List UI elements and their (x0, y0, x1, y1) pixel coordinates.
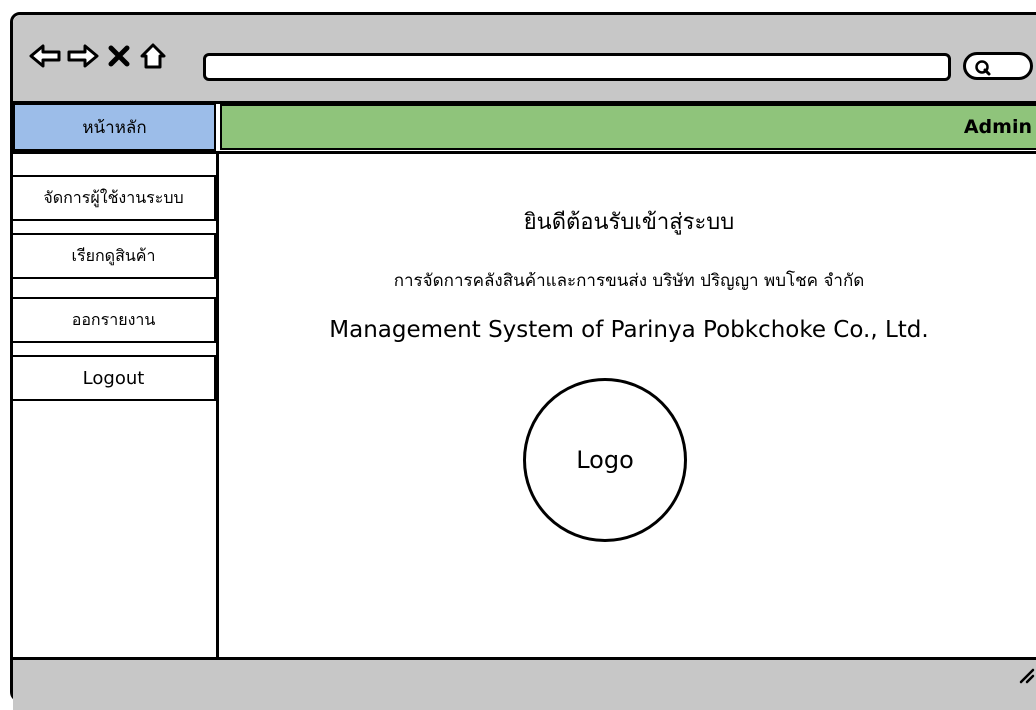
top-header-bar: Admin (220, 104, 1036, 150)
status-bar (13, 657, 1036, 710)
sidebar-item-browse-products[interactable]: เรียกดูสินค้า (11, 233, 216, 279)
main-content: ยินดีต้อนรับเข้าสู่ระบบ การจัดการคลังสิน… (219, 154, 1036, 654)
sidebar-item-reports[interactable]: ออกรายงาน (11, 297, 216, 343)
browser-window: หน้าหลัก Admin จัดการผู้ใช้งานระบบ เรียก… (10, 12, 1036, 710)
welcome-heading: ยินดีต้อนรับเข้าสู่ระบบ (523, 210, 735, 235)
sidebar-item-label: ออกรายงาน (71, 309, 156, 329)
address-bar[interactable] (203, 53, 951, 81)
search-icon (975, 60, 991, 76)
subtitle-english: Management System of Parinya Pobkchoke C… (329, 317, 929, 343)
back-arrow-icon[interactable] (27, 41, 63, 71)
resize-grip-icon[interactable] (1015, 664, 1035, 684)
user-label[interactable]: Admin (964, 116, 1032, 138)
sidebar-item-manage-users[interactable]: จัดการผู้ใช้งานระบบ (11, 175, 216, 221)
sidebar-item-label: จัดการผู้ใช้งานระบบ (43, 187, 184, 207)
company-logo: Logo (523, 378, 687, 542)
logo-label: Logo (576, 446, 634, 474)
subtitle-thai: การจัดการคลังสินค้าและการขนส่ง บริษัท ปร… (393, 271, 865, 291)
forward-arrow-icon[interactable] (65, 41, 101, 71)
sidebar-item-label: เรียกดูสินค้า (71, 245, 156, 265)
sidebar-item-logout[interactable]: Logout (11, 355, 216, 401)
sidebar-item-label: Logout (82, 367, 145, 389)
browser-toolbar (13, 15, 1036, 104)
sidebar-item-home[interactable]: หน้าหลัก (13, 103, 216, 151)
home-icon[interactable] (135, 41, 171, 71)
close-icon[interactable] (101, 41, 137, 71)
sidebar-item-label: หน้าหลัก (82, 117, 147, 138)
search-box[interactable] (963, 52, 1033, 80)
